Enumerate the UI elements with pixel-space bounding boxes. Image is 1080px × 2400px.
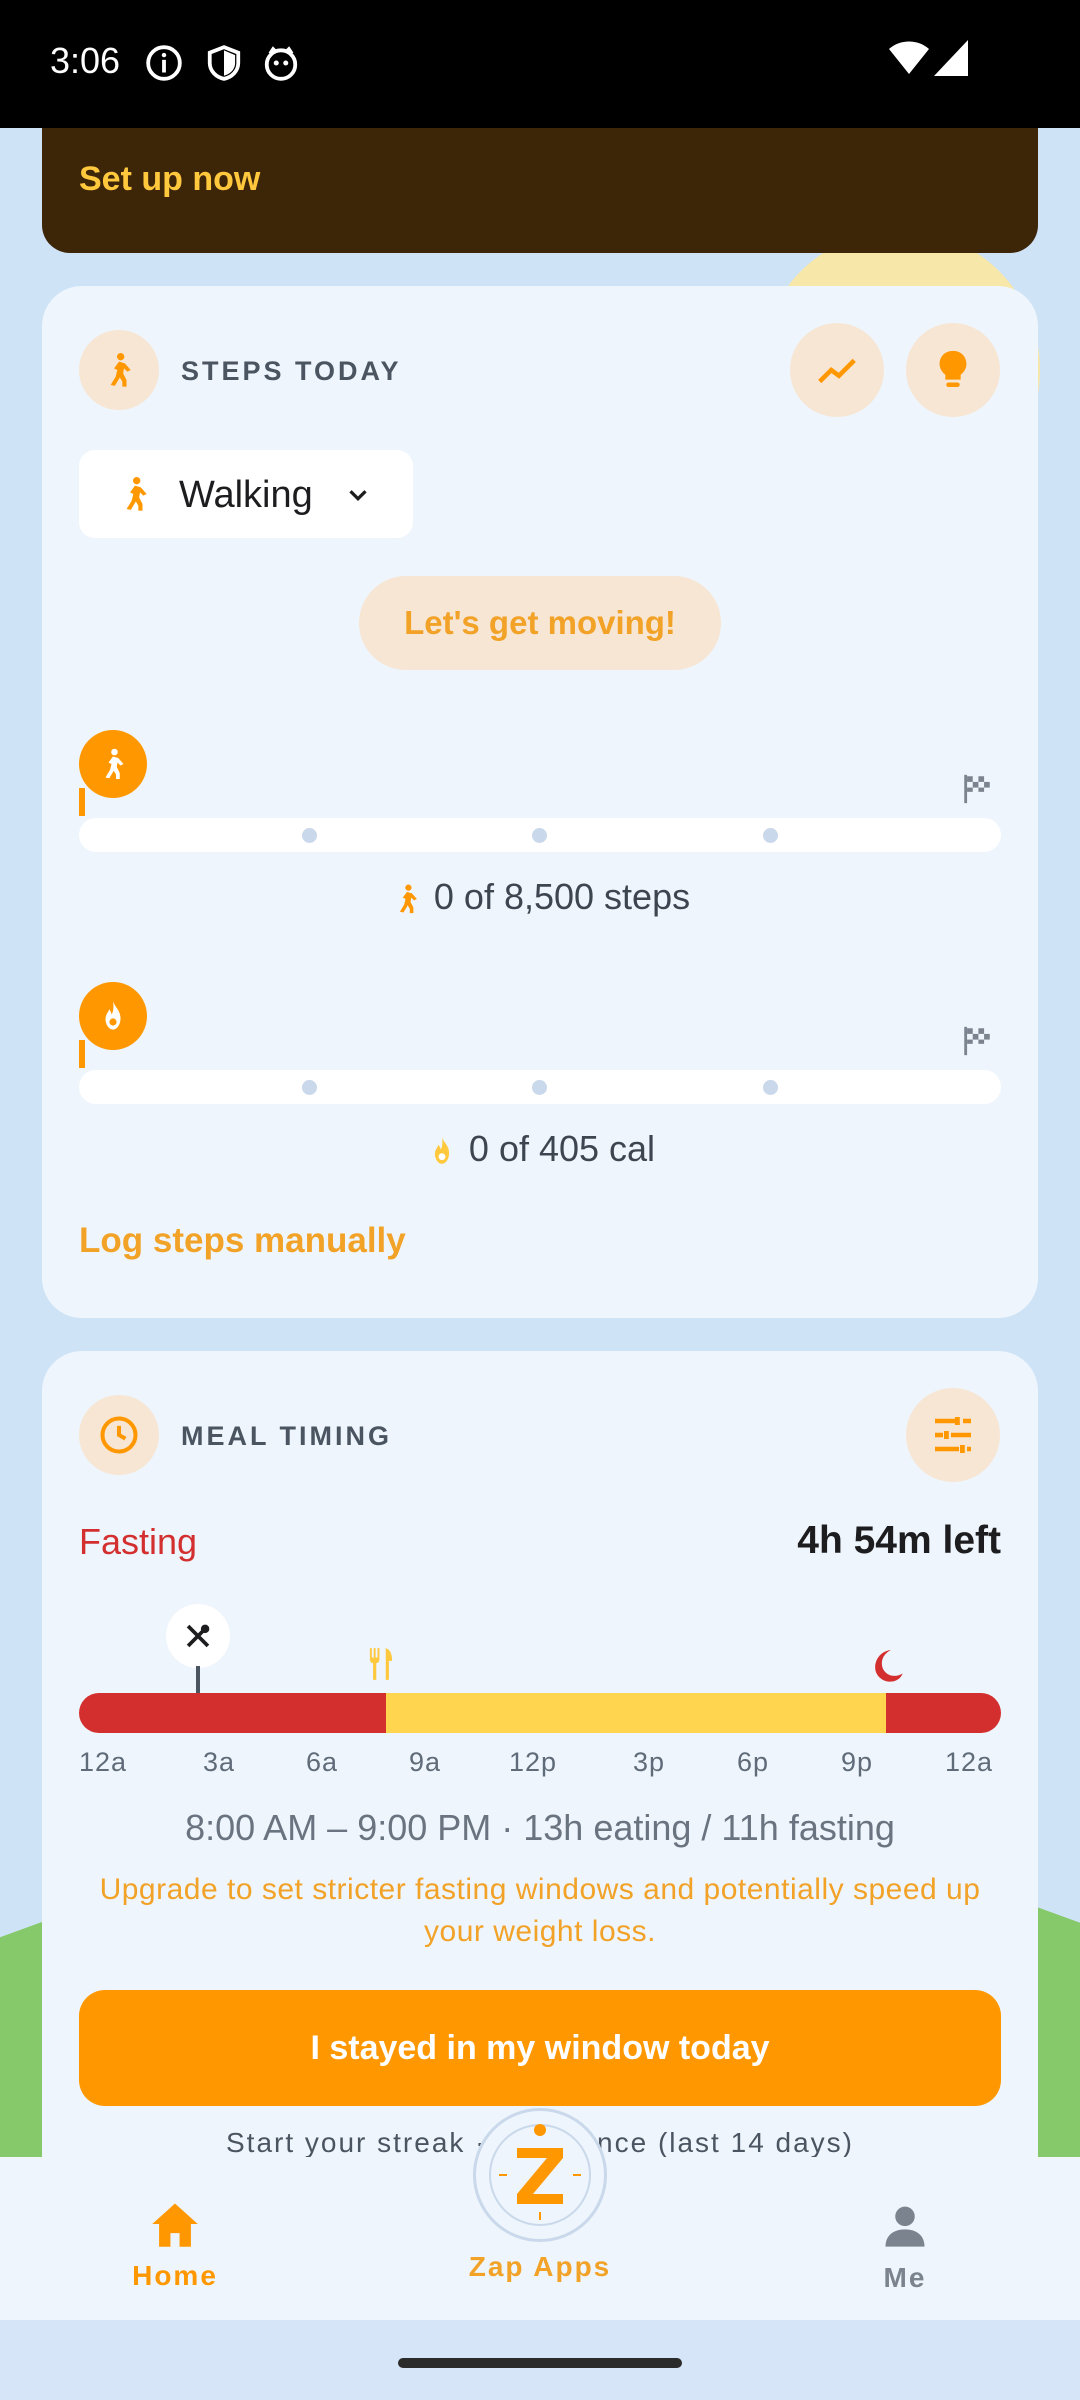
shield-icon	[207, 45, 241, 81]
status-bar: 3:06	[0, 0, 1080, 128]
current-time-marker	[166, 1604, 230, 1668]
milestone-dot	[532, 1080, 547, 1095]
steps-count-text: 0 of 8,500 steps	[433, 876, 691, 917]
time-left: 4h 54m left	[797, 1519, 1001, 1562]
steps-progress-bar	[79, 818, 1001, 852]
zap-logo-icon	[489, 2124, 591, 2226]
flame-icon	[434, 1137, 450, 1165]
home-gesture-bar[interactable]	[398, 2358, 682, 2368]
status-time: 3:06	[50, 40, 121, 81]
tune-sliders-icon	[935, 1417, 971, 1453]
meal-timing-title: MEAL TIMING	[181, 1421, 392, 1451]
hour-label: 6p	[737, 1747, 770, 1777]
hour-label: 9p	[841, 1747, 874, 1777]
wifi-icon	[889, 41, 929, 74]
start-flag-icon	[79, 788, 85, 816]
nav-me-label: Me	[883, 2262, 927, 2293]
flame-icon	[105, 1001, 121, 1030]
cat-face-icon	[264, 46, 298, 81]
steps-progress-badge	[79, 730, 147, 798]
steps-title: STEPS TODAY	[181, 356, 402, 386]
walking-icon	[105, 748, 124, 779]
signal-icon	[934, 40, 968, 76]
calories-progress-badge	[79, 982, 147, 1050]
tips-button[interactable]	[906, 323, 1000, 417]
motivation-pill: Let's get moving!	[359, 576, 721, 670]
nav-home-label: Home	[132, 2260, 218, 2291]
hour-label: 3a	[203, 1747, 236, 1777]
milestone-dot	[763, 1080, 778, 1095]
set-up-now-link[interactable]: Set up now	[79, 160, 260, 199]
milestone-dot	[302, 1080, 317, 1095]
zap-apps-button[interactable]	[473, 2108, 607, 2242]
start-flag-icon	[79, 1040, 85, 1068]
walking-icon	[79, 330, 159, 410]
calories-count-text: 0 of 405 cal	[468, 1128, 656, 1169]
upgrade-message[interactable]: Upgrade to set stricter fasting windows …	[79, 1869, 1001, 1953]
hour-label: 9a	[409, 1747, 442, 1777]
nav-me[interactable]: Me	[860, 2199, 950, 2294]
calories-count: 0 of 405 cal	[42, 1128, 1038, 1170]
milestone-dot	[532, 828, 547, 843]
eating-window-summary: 8:00 AM – 9:00 PM · 13h eating / 11h fas…	[185, 1807, 895, 1848]
trend-button[interactable]	[790, 323, 884, 417]
hour-label: 12a	[79, 1747, 128, 1777]
meal-settings-button[interactable]	[906, 1388, 1000, 1482]
steps-count: 0 of 8,500 steps	[42, 876, 1038, 919]
nav-zap-apps-label[interactable]: Zap Apps	[440, 2251, 640, 2283]
nav-home[interactable]: Home	[125, 2199, 225, 2292]
chevron-down-icon	[349, 490, 367, 502]
log-steps-manually-link[interactable]: Log steps manually	[79, 1221, 406, 1261]
home-icon	[152, 2203, 198, 2247]
moon-icon	[875, 1650, 903, 1682]
activity-dropdown[interactable]: Walking	[79, 450, 413, 538]
info-icon	[146, 45, 182, 81]
fasting-status: Fasting	[79, 1521, 198, 1562]
person-icon	[885, 2206, 925, 2247]
current-time-line	[196, 1666, 200, 1696]
eating-window	[386, 1693, 886, 1733]
walking-icon	[399, 885, 417, 914]
finish-flag-icon	[964, 774, 990, 804]
walking-icon	[126, 477, 147, 511]
calories-progress-bar	[79, 1070, 1001, 1104]
utensils-crossed-icon	[186, 1624, 210, 1648]
hour-label: 6a	[306, 1747, 339, 1777]
milestone-dot	[763, 828, 778, 843]
trending-up-icon	[818, 358, 856, 384]
activity-label: Walking	[179, 474, 313, 516]
hour-label: 12a	[945, 1747, 994, 1777]
stayed-in-window-button[interactable]: I stayed in my window today	[79, 1990, 1001, 2106]
finish-flag-icon	[964, 1026, 990, 1056]
clock-icon	[79, 1395, 159, 1475]
fasting-timeline	[79, 1693, 1001, 1733]
lightbulb-icon	[939, 350, 967, 388]
hour-label: 3p	[633, 1747, 666, 1777]
hour-label: 12p	[509, 1747, 558, 1777]
fork-knife-icon	[369, 1648, 393, 1680]
steps-card: STEPS TODAY Walking Let's get moving! 0 …	[42, 286, 1038, 1318]
milestone-dot	[302, 828, 317, 843]
setup-promo-card: Set up now	[42, 128, 1038, 253]
